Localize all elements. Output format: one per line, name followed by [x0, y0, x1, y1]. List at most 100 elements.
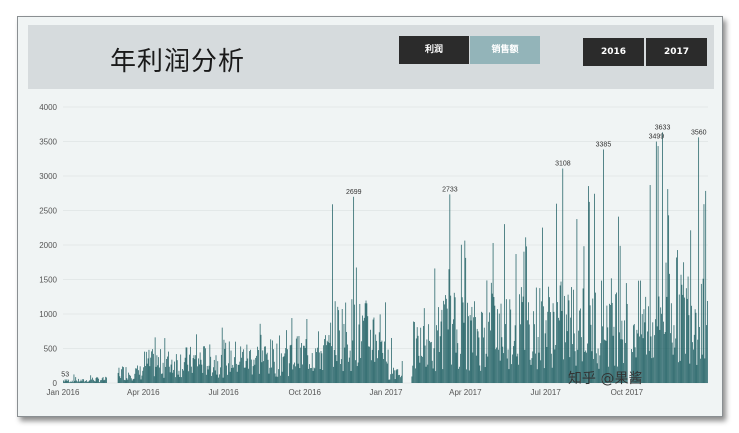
profit-bar — [520, 324, 521, 383]
profit-bar — [556, 203, 557, 383]
profit-bar — [487, 356, 489, 383]
profit-bar — [268, 373, 270, 383]
profit-bar — [105, 376, 107, 383]
profit-bar — [689, 363, 691, 383]
profit-bar — [208, 365, 210, 383]
profit-bar — [315, 348, 317, 383]
profit-bar — [647, 331, 648, 383]
profit-bar — [95, 378, 97, 383]
profit-bar — [90, 375, 92, 383]
profit-bar — [284, 353, 286, 383]
profit-bar — [170, 364, 172, 383]
profit-bar — [501, 337, 503, 383]
profit-bar — [135, 368, 137, 383]
profit-bar — [172, 372, 174, 383]
profit-bar — [514, 325, 516, 383]
profit-bar — [123, 367, 124, 383]
profit-bar — [481, 311, 482, 383]
profit-bar — [225, 342, 227, 383]
profit-bar — [461, 297, 463, 383]
profit-bar — [184, 357, 186, 383]
profit-bar — [243, 367, 245, 383]
profit-bar — [354, 304, 355, 383]
profit-bar — [512, 354, 513, 383]
profit-bar — [346, 331, 347, 383]
profit-bar — [174, 361, 175, 383]
profit-bar — [674, 347, 676, 383]
profit-bar — [529, 359, 531, 383]
year-2017-button[interactable]: 2017 — [646, 38, 707, 66]
profit-bar — [276, 343, 278, 383]
profit-bar — [363, 320, 364, 383]
profit-bar — [85, 381, 86, 383]
profit-bar — [400, 377, 401, 383]
profit-bar — [681, 284, 683, 383]
profit-bar — [323, 345, 325, 383]
profit-bar — [348, 361, 349, 383]
profit-bar — [125, 367, 127, 383]
profit-bar — [117, 372, 119, 383]
profit-bar — [203, 346, 205, 383]
profit-bar — [127, 379, 129, 383]
profit-bar — [152, 349, 153, 383]
profit-bar — [426, 339, 428, 383]
profit-bar — [145, 351, 147, 383]
profit-bar — [233, 367, 235, 383]
profit-bar — [99, 382, 100, 383]
profit-bar — [217, 361, 219, 383]
profit-bar — [131, 380, 133, 383]
toggle-sales-button[interactable]: 销售额 — [470, 36, 540, 64]
profit-bar — [648, 306, 649, 383]
profit-bar — [449, 194, 451, 383]
profit-bar — [182, 369, 183, 383]
profit-bar — [277, 376, 279, 383]
profit-bar — [220, 367, 221, 383]
profit-bar — [304, 348, 306, 383]
profit-bar — [432, 368, 434, 383]
profit-bar — [97, 377, 99, 383]
profit-bar — [237, 364, 239, 383]
profit-bar — [319, 369, 321, 383]
year-2016-button[interactable]: 2016 — [583, 38, 644, 66]
y-tick-label: 4000 — [39, 103, 57, 112]
profit-bar — [535, 287, 537, 383]
profit-bar — [250, 359, 252, 383]
profit-bar — [694, 309, 696, 383]
profit-bar — [547, 311, 549, 383]
profit-bar — [430, 341, 432, 383]
profit-bar — [433, 348, 435, 383]
profit-bar — [476, 328, 478, 383]
profit-bar — [691, 305, 692, 383]
profit-bar — [239, 361, 241, 383]
profit-bar — [102, 377, 104, 383]
profit-bar — [670, 303, 672, 383]
profit-bar — [385, 302, 386, 383]
profit-bar — [363, 317, 365, 383]
profit-bar — [666, 296, 668, 383]
profit-bar — [439, 336, 441, 383]
profit-bar — [151, 351, 152, 383]
profit-bar — [356, 366, 358, 383]
profit-bar — [702, 278, 704, 383]
x-tick-label: Apr 2017 — [449, 388, 482, 397]
y-tick-label: 1000 — [39, 310, 57, 319]
profit-bar — [133, 378, 135, 383]
profit-bar — [551, 367, 553, 383]
profit-bar — [337, 306, 339, 383]
profit-bar — [706, 325, 707, 383]
profit-bar — [451, 364, 452, 383]
profit-bar — [543, 306, 544, 383]
profit-bar — [280, 353, 282, 383]
profit-bar — [526, 246, 527, 383]
profit-bar — [504, 224, 505, 383]
profit-bar — [169, 372, 171, 383]
profit-bar — [442, 369, 444, 383]
toggle-profit-button[interactable]: 利润 — [399, 36, 469, 64]
profit-bar — [466, 369, 467, 383]
profit-bar — [557, 302, 558, 383]
profit-bar — [503, 353, 505, 383]
profit-bar — [258, 373, 260, 383]
y-tick-label: 2500 — [39, 207, 57, 216]
profit-bar — [98, 378, 100, 383]
profit-bar — [157, 365, 159, 383]
